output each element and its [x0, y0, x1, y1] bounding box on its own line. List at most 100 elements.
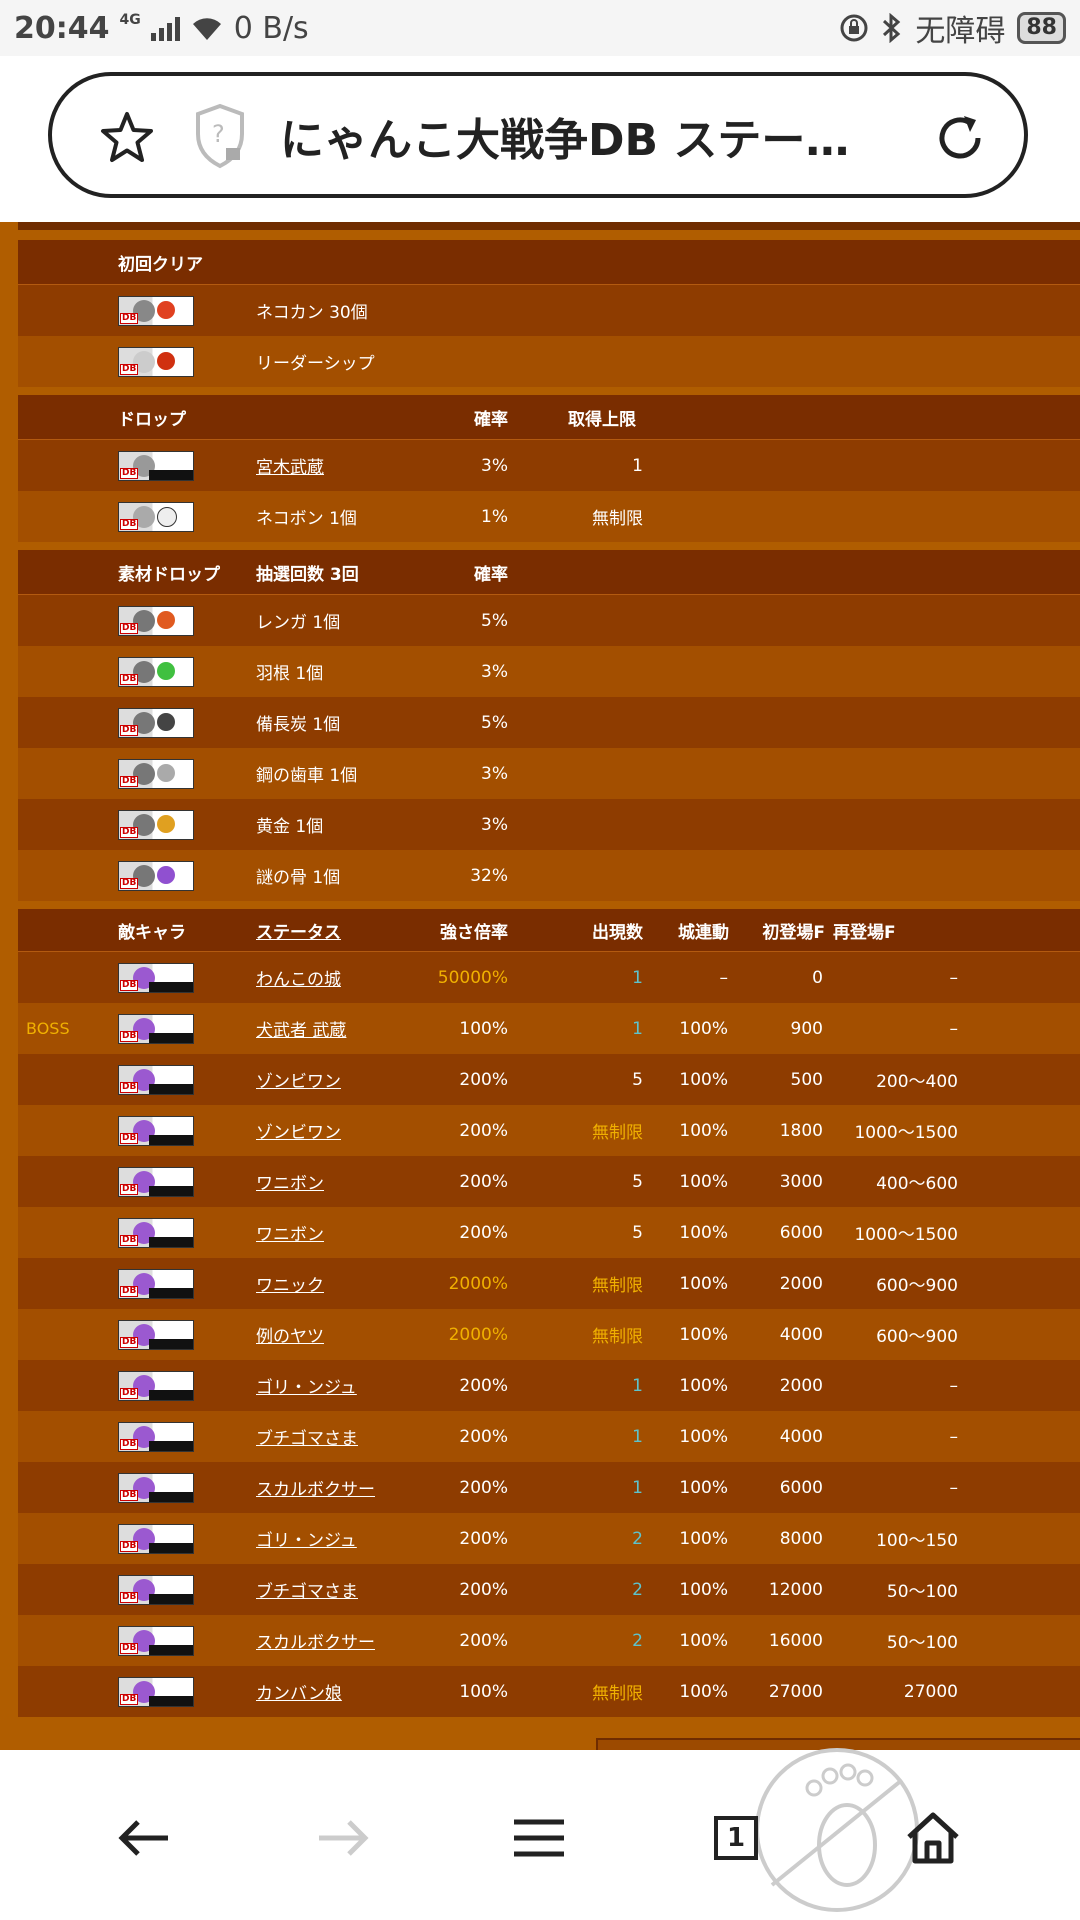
- table-row: DB スカルボクサー 200% 1 100% 6000–: [18, 1462, 1080, 1513]
- table-row: DB ワニボン 200% 5 100% 6000 1000～1500: [18, 1207, 1080, 1258]
- tabs-button[interactable]: 1: [696, 1798, 776, 1878]
- svg-text:?: ?: [212, 120, 225, 148]
- enemy-count: 1: [632, 1018, 643, 1039]
- enemy-count: 1: [632, 1375, 643, 1396]
- page-title[interactable]: にゃんこ大戦争DB ステー…: [280, 104, 849, 168]
- enemy-respawn-frame: –: [949, 967, 959, 988]
- reload-icon[interactable]: [930, 108, 990, 168]
- list-item: DB ネコボン 1個 1% 無制限: [18, 491, 1080, 542]
- drop-cap: 無制限: [592, 509, 643, 529]
- enemy-castle: 100%: [679, 1018, 728, 1039]
- boss-badge: [26, 1513, 106, 1564]
- boss-badge: [26, 1666, 106, 1717]
- enemy-first-frame: 6000: [779, 1222, 823, 1243]
- enemy-icon: DB: [118, 1166, 194, 1197]
- back-button[interactable]: [104, 1798, 184, 1878]
- respawn-frame-label: 再登場F: [833, 922, 896, 943]
- first-clear-title: 初回クリア: [118, 254, 203, 275]
- list-item: DB リーダーシップ: [18, 336, 1080, 387]
- list-item: DB 謎の骨 1個 32%: [18, 850, 1080, 901]
- boss-badge: [26, 1054, 106, 1105]
- material-icon: DB: [118, 809, 194, 840]
- enemy-icon: DB: [118, 1115, 194, 1146]
- enemy-first-frame: 8000: [779, 1528, 823, 1549]
- material-title: 素材ドロップ: [118, 564, 220, 585]
- table-row: DB ゾンビワン 200% 無制限 100% 1800 1000～1500: [18, 1105, 1080, 1156]
- enemy-castle: 100%: [679, 1528, 728, 1549]
- reward-name: ネコカン 30個: [256, 303, 368, 323]
- enemy-icon: DB: [118, 962, 194, 993]
- enemy-count: 無制限: [592, 1123, 643, 1143]
- enemy-magnification: 200%: [459, 1171, 508, 1192]
- menu-icon: [514, 1819, 564, 1857]
- enemy-count: 5: [632, 1069, 643, 1090]
- enemy-magnification: 200%: [459, 1426, 508, 1447]
- enemy-respawn-frame: –: [949, 1426, 959, 1447]
- home-button[interactable]: [893, 1798, 973, 1878]
- wifi-icon: [192, 18, 221, 40]
- accessibility-label: 无障碍: [915, 14, 1006, 49]
- table-row: BOSS DB 犬武者 武蔵 100% 1 100% 900–: [18, 1003, 1080, 1054]
- enemy-magnification: 200%: [459, 1477, 508, 1498]
- enemy-first-frame: 0: [812, 967, 823, 988]
- security-shield-icon[interactable]: ?: [192, 102, 248, 170]
- signal-icon: [150, 15, 180, 41]
- enemy-icon: DB: [118, 1064, 194, 1095]
- enemy-count: 2: [632, 1528, 643, 1549]
- status-bar: 20:44 4G 0 B/s 无障碍 88: [0, 0, 1080, 56]
- enemy-magnification: 200%: [459, 1375, 508, 1396]
- count-label: 出現数: [592, 922, 643, 943]
- enemy-icon: DB: [118, 1370, 194, 1401]
- enemy-castle: 100%: [679, 1222, 728, 1243]
- enemy-first-frame: 900: [790, 1018, 823, 1039]
- boss-badge: [26, 1156, 106, 1207]
- material-rate: 3%: [481, 661, 508, 682]
- menu-button[interactable]: [499, 1798, 579, 1878]
- enemy-castle: 100%: [679, 1273, 728, 1294]
- drop-header: ドロップ 確率 取得上限: [18, 395, 1080, 440]
- material-icon: DB: [118, 656, 194, 687]
- material-header: 素材ドロップ 抽選回数 3回 確率: [18, 550, 1080, 595]
- forward-button[interactable]: [303, 1798, 383, 1878]
- enemy-magnification: 2000%: [448, 1273, 508, 1294]
- tab-count: 1: [714, 1816, 758, 1860]
- enemy-respawn-frame: 1000～1500: [854, 1225, 958, 1245]
- address-bar[interactable]: ? にゃんこ大戦争DB ステー…: [48, 72, 1028, 198]
- enemy-respawn-frame: –: [949, 1477, 959, 1498]
- material-rate-label: 確率: [474, 564, 508, 585]
- boss-badge: [26, 1105, 106, 1156]
- battery-indicator: 88: [1017, 12, 1066, 44]
- enemy-first-frame: 2000: [779, 1273, 823, 1294]
- clock: 20:44: [14, 10, 110, 46]
- enemy-castle: 100%: [679, 1069, 728, 1090]
- enemy-count: 2: [632, 1630, 643, 1651]
- enemy-first-frame: 16000: [768, 1630, 823, 1651]
- enemy-first-frame: 6000: [779, 1477, 823, 1498]
- first-frame-label: 初登場F: [762, 922, 825, 943]
- drop-rate-label: 確率: [474, 409, 508, 430]
- lock-rotation-icon: [840, 14, 868, 42]
- enemy-icon: DB: [118, 1421, 194, 1452]
- material-rate: 32%: [470, 865, 508, 886]
- list-item: DB 黄金 1個 3%: [18, 799, 1080, 850]
- list-item: DB ネコカン 30個: [18, 285, 1080, 336]
- list-item: DB 鋼の歯車 1個 3%: [18, 748, 1080, 799]
- enemy-castle: 100%: [679, 1426, 728, 1447]
- enemy-magnification: 200%: [459, 1528, 508, 1549]
- cat-food-icon: DB: [118, 295, 194, 326]
- enemy-count: 5: [632, 1171, 643, 1192]
- network-speed: 0 B/s: [233, 10, 309, 46]
- bookmark-star-icon[interactable]: [97, 108, 157, 168]
- boss-badge: [26, 1207, 106, 1258]
- boss-badge: BOSS: [26, 1019, 70, 1038]
- table-row: DB ゾンビワン 200% 5 100% 500 200～400: [18, 1054, 1080, 1105]
- material-rate: 3%: [481, 814, 508, 835]
- enemy-castle: 100%: [679, 1477, 728, 1498]
- enemy-respawn-frame: –: [949, 1375, 959, 1396]
- enemy-header: 敵キャラ ステータス 強さ倍率 出現数 城連動 初登場F 再登場F: [18, 909, 1080, 952]
- enemy-count: 1: [632, 1477, 643, 1498]
- enemy-count: 1: [632, 1426, 643, 1447]
- enemy-icon: DB: [118, 1013, 194, 1044]
- enemy-castle: 100%: [679, 1324, 728, 1345]
- list-item: DB 備長炭 1個 5%: [18, 697, 1080, 748]
